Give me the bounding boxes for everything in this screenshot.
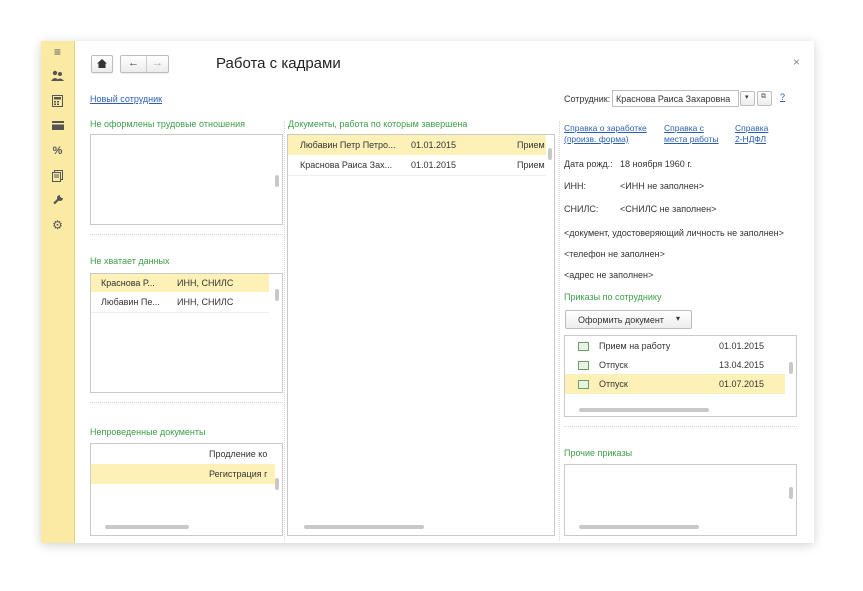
close-icon[interactable]: × xyxy=(793,55,800,69)
make-document-button[interactable]: Оформить документ ▾ xyxy=(565,310,692,329)
main-window: ≡ % ⚙ ← → Работа с кадрами × Новый сотру… xyxy=(41,41,814,543)
employee-cell: Краснова Р... xyxy=(101,278,155,288)
birth-date-label: Дата рожд.: xyxy=(564,159,613,169)
horizontal-scrollbar[interactable] xyxy=(579,408,709,412)
horizontal-scrollbar[interactable] xyxy=(105,525,189,529)
settings-gear-icon[interactable]: ⚙ xyxy=(51,219,64,232)
calculator-icon[interactable] xyxy=(51,95,64,108)
missing-cell: ИНН, СНИЛС xyxy=(177,297,234,307)
employee-cell: Любавин Петр Петро... xyxy=(300,140,396,150)
identity-doc-value: <документ, удостоверяющий личность не за… xyxy=(564,228,784,238)
employee-orders-title: Приказы по сотруднику xyxy=(564,292,662,302)
list-item[interactable]: Отпуск 13.04.2015 xyxy=(565,355,785,374)
no-relations-title: Не оформлены трудовые отношения xyxy=(90,119,246,129)
home-icon xyxy=(97,59,107,68)
doc-type-cell: Прием xyxy=(517,140,545,150)
open-button[interactable]: ⧉ xyxy=(757,91,772,106)
vertical-scrollbar[interactable] xyxy=(275,175,279,187)
dropdown-arrow-icon: ▾ xyxy=(745,94,749,101)
document-icon xyxy=(578,361,589,370)
list-item[interactable]: Регистрация г xyxy=(91,464,275,484)
new-employee-link[interactable]: Новый сотрудник xyxy=(90,94,162,104)
order-date: 01.07.2015 xyxy=(719,379,765,389)
card-icon[interactable] xyxy=(51,120,64,133)
employee-field-value: Краснова Раиса Захаровна xyxy=(616,94,731,104)
missing-cell: ИНН, СНИЛС xyxy=(177,278,234,288)
order-date: 01.01.2015 xyxy=(719,341,765,351)
table-row[interactable]: Краснова Р... ИНН, СНИЛС xyxy=(91,274,269,292)
document-cell: Регистрация г xyxy=(209,469,268,479)
horizontal-scrollbar[interactable] xyxy=(579,525,699,529)
completed-docs-title: Документы, работа по которым завершена xyxy=(288,119,468,129)
employee-cell: Любавин Пе... xyxy=(101,297,160,307)
document-cell: Продление ко xyxy=(209,449,268,459)
missing-data-list[interactable]: Краснова Р... ИНН, СНИЛС Любавин Пе... И… xyxy=(90,273,283,393)
snils-label: СНИЛС: xyxy=(564,204,599,214)
other-orders-title: Прочие приказы xyxy=(564,448,633,458)
phone-value: <телефон не заполнен> xyxy=(564,249,665,259)
horizontal-scrollbar[interactable] xyxy=(304,525,424,529)
completed-docs-list[interactable]: Любавин Петр Петро... 01.01.2015 Прием К… xyxy=(287,134,555,536)
table-row[interactable]: Любавин Пе... ИНН, СНИЛС xyxy=(91,292,269,313)
missing-data-title: Не хватает данных xyxy=(90,256,170,266)
snils-value: <СНИЛС не заполнен> xyxy=(620,204,717,214)
employee-field[interactable]: Краснова Раиса Захаровна xyxy=(612,90,739,107)
wrench-icon[interactable] xyxy=(51,194,64,207)
page-title: Работа с кадрами xyxy=(216,55,341,72)
order-name: Прием на работу xyxy=(599,341,671,351)
birth-date-value: 18 ноября 1960 г. xyxy=(620,159,692,169)
unposted-docs-list[interactable]: Продление ко Регистрация г xyxy=(90,443,283,536)
back-arrow-icon[interactable]: ← xyxy=(128,57,139,69)
other-orders-list[interactable] xyxy=(564,464,797,536)
salary-certificate-link[interactable]: Справка о заработке (произв. форма) xyxy=(564,123,647,145)
list-item[interactable]: Отпуск 01.07.2015 xyxy=(565,374,785,394)
ndfl-certificate-link[interactable]: Справка 2-НДФЛ xyxy=(735,123,768,145)
list-item[interactable]: Прием на работу 01.01.2015 xyxy=(565,336,785,355)
date-cell: 01.01.2015 xyxy=(411,140,457,150)
people-icon[interactable] xyxy=(51,69,64,82)
order-date: 13.04.2015 xyxy=(719,360,765,370)
dropdown-button[interactable]: ▾ xyxy=(740,91,755,106)
unposted-docs-title: Непроведенные документы xyxy=(90,427,206,437)
table-row[interactable]: Краснова Раиса Зах... 01.01.2015 Прием xyxy=(288,155,546,176)
forward-arrow-icon[interactable]: → xyxy=(152,57,163,69)
work-area: ← → Работа с кадрами × Новый сотрудник Н… xyxy=(75,41,814,543)
help-link[interactable]: ? xyxy=(780,92,785,102)
date-cell: 01.01.2015 xyxy=(411,160,457,170)
list-item[interactable]: Продление ко xyxy=(91,444,275,462)
employee-cell: Краснова Раиса Зах... xyxy=(300,160,393,170)
doc-type-cell: Прием xyxy=(517,160,545,170)
inn-label: ИНН: xyxy=(564,181,586,191)
no-relations-list[interactable] xyxy=(90,134,283,225)
vertical-scrollbar[interactable] xyxy=(789,487,793,499)
inn-value: <ИНН не заполнен> xyxy=(620,181,704,191)
navigation-buttons: ← → xyxy=(120,55,169,73)
vertical-scrollbar[interactable] xyxy=(548,148,552,160)
order-name: Отпуск xyxy=(599,379,628,389)
vertical-scrollbar[interactable] xyxy=(789,362,793,374)
document-icon xyxy=(578,342,589,351)
work-certificate-link[interactable]: Справка с места работы xyxy=(664,123,719,145)
open-form-icon: ⧉ xyxy=(761,93,766,100)
table-row[interactable]: Любавин Петр Петро... 01.01.2015 Прием xyxy=(288,135,546,155)
document-icon xyxy=(578,380,589,389)
percent-icon[interactable]: % xyxy=(51,145,64,158)
home-button[interactable] xyxy=(91,55,113,73)
employee-orders-list[interactable]: Прием на работу 01.01.2015 Отпуск 13.04.… xyxy=(564,335,797,417)
employee-label: Сотрудник: xyxy=(564,94,611,104)
dropdown-arrow-icon: ▾ xyxy=(676,314,681,323)
order-name: Отпуск xyxy=(599,360,628,370)
report-icon[interactable] xyxy=(51,170,64,183)
sections-sidebar: ≡ % ⚙ xyxy=(41,41,75,543)
vertical-scrollbar[interactable] xyxy=(275,289,279,301)
menu-icon[interactable]: ≡ xyxy=(51,46,64,59)
address-value: <адрес не заполнен> xyxy=(564,270,654,280)
vertical-scrollbar[interactable] xyxy=(275,478,279,490)
